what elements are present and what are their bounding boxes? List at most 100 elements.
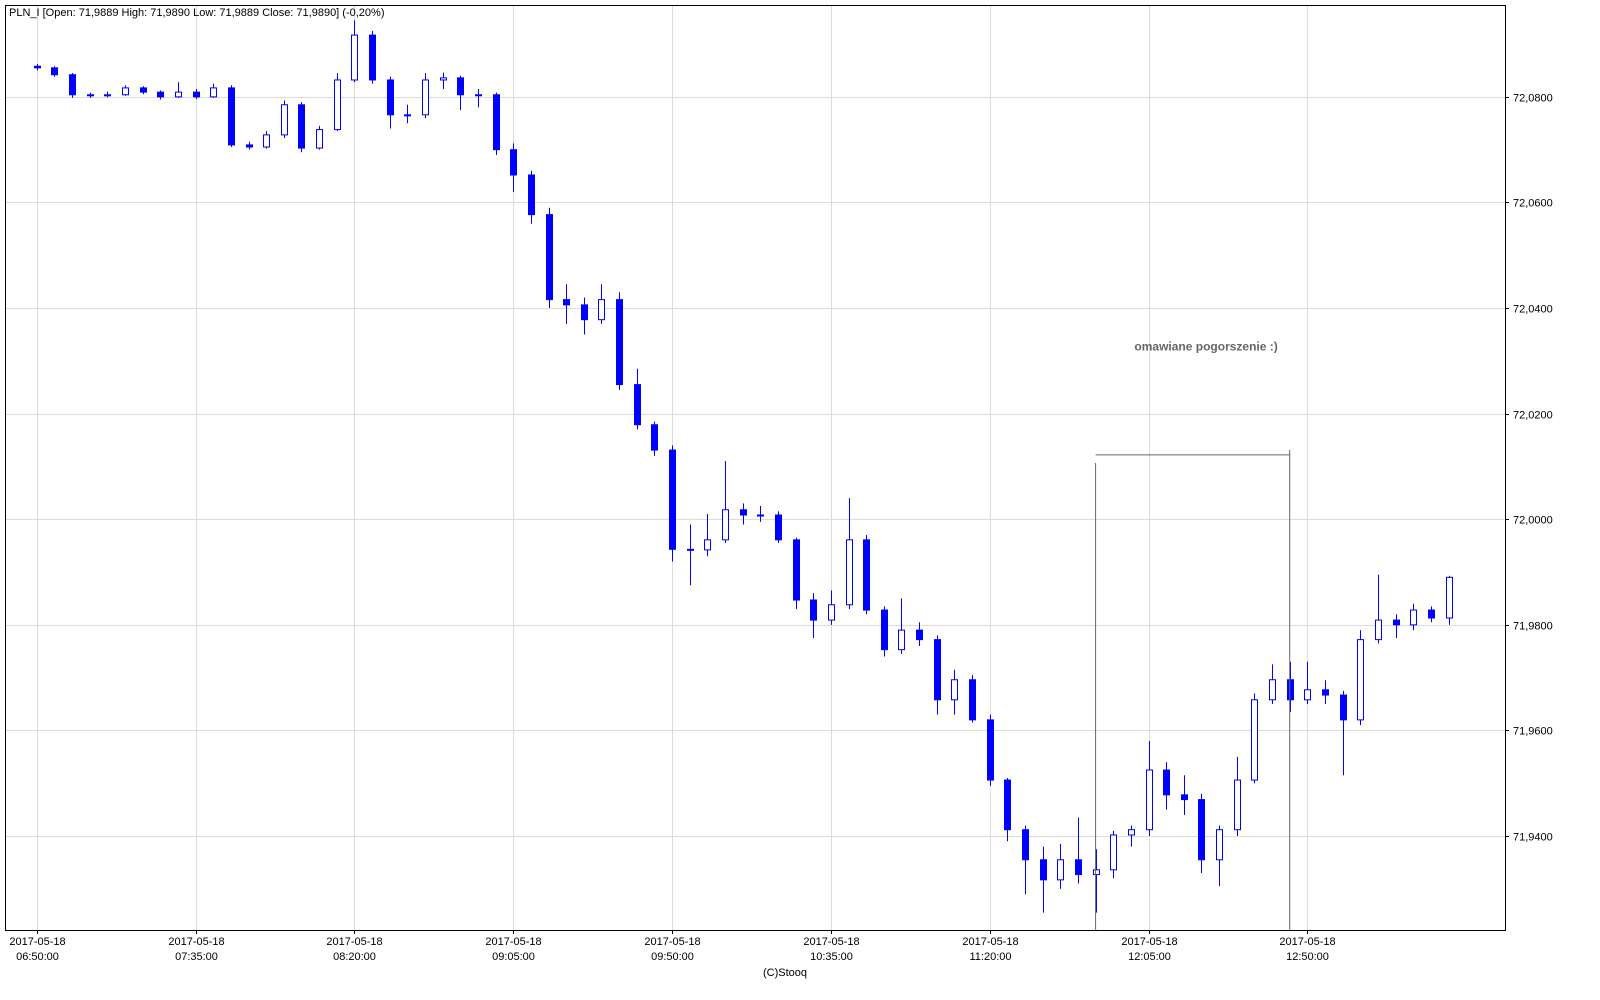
x-tick-time: 09:50:00: [651, 951, 694, 963]
candle-body: [510, 149, 517, 176]
candle-body: [34, 65, 41, 69]
candle-body: [1428, 609, 1435, 619]
candle-body: [598, 299, 605, 321]
candle: [422, 73, 429, 118]
candle: [987, 714, 994, 786]
candle-body: [740, 509, 747, 516]
y-tick-label: 72,0200: [1513, 410, 1553, 422]
y-tick-label: 72,0400: [1513, 304, 1553, 316]
x-tick-date: 2017-05-18: [326, 936, 382, 948]
candle: [1163, 762, 1170, 810]
candle: [828, 590, 835, 625]
x-tick-time: 11:20:00: [969, 951, 1011, 963]
candle: [863, 535, 870, 615]
y-tick-label: 71,9600: [1513, 726, 1553, 738]
x-tick-time: 12:50:00: [1286, 951, 1329, 963]
candle-body: [1093, 869, 1100, 876]
candle-body: [863, 539, 870, 611]
candle-body: [210, 87, 217, 98]
candle-body: [493, 94, 500, 151]
x-tick-time: 10:35:00: [810, 951, 853, 963]
candle-body: [546, 214, 553, 301]
candle: [387, 76, 394, 129]
candle-body: [281, 104, 288, 136]
candle-body: [1198, 799, 1205, 861]
candle: [175, 82, 182, 98]
candle-body: [898, 629, 905, 651]
candle-body: [475, 94, 482, 97]
candle: [281, 100, 288, 139]
candlestick-chart: PLN_I [Open: 71,9889 High: 71,9890 Low: …: [5, 5, 1553, 979]
x-tick-time: 09:05:00: [492, 951, 535, 963]
candle: [334, 73, 341, 132]
candle: [1357, 630, 1364, 726]
candle: [1304, 661, 1311, 705]
candle: [51, 66, 58, 77]
candle: [775, 511, 782, 543]
candle-body: [634, 384, 641, 426]
x-tick-date: 2017-05-18: [1279, 936, 1335, 948]
candle-body: [916, 629, 923, 641]
candle-body: [351, 34, 358, 81]
candle: [740, 503, 747, 525]
x-tick-date: 2017-05-18: [962, 936, 1018, 948]
candle-body: [1393, 619, 1400, 626]
candle-body: [1181, 794, 1188, 801]
candle: [1216, 825, 1223, 887]
footer-credit: (C)Stooq: [763, 967, 807, 979]
candle-body: [987, 719, 994, 781]
y-tick-label: 71,9400: [1513, 832, 1553, 844]
candle-body: [934, 639, 941, 701]
candle: [1146, 740, 1153, 837]
candle: [951, 669, 958, 715]
candle-body: [951, 679, 958, 701]
candle: [1393, 614, 1400, 639]
candle-body: [51, 67, 58, 76]
candle-body: [316, 129, 323, 149]
x-tick-date: 2017-05-18: [9, 936, 65, 948]
x-tick-date: 2017-05-18: [485, 936, 541, 948]
candle-body: [1340, 694, 1347, 721]
candle-body: [104, 94, 111, 97]
candle: [687, 524, 694, 586]
candle-body: [1004, 779, 1011, 831]
candle-body: [1322, 689, 1329, 696]
candle-body: [263, 134, 270, 148]
candle-body: [228, 87, 235, 146]
candle: [1322, 680, 1329, 705]
candle: [1075, 817, 1082, 884]
candle: [704, 513, 711, 557]
candle: [563, 284, 570, 324]
candle-body: [387, 79, 394, 116]
candle: [210, 83, 217, 98]
candle-body: [175, 91, 182, 98]
candle-body: [1287, 679, 1294, 701]
candle: [404, 104, 411, 124]
candle: [316, 125, 323, 150]
candle-body: [1304, 689, 1311, 701]
x-axis: 2017-05-18 06:50:00 2017-05-18 07:35:00 2017…: [9, 930, 1336, 963]
candle: [298, 102, 305, 153]
candle: [528, 170, 535, 224]
x-tick-date: 2017-05-18: [644, 936, 700, 948]
candle: [810, 593, 817, 639]
candle: [1022, 825, 1029, 895]
y-tick-label: 72,0800: [1513, 93, 1553, 105]
candle: [140, 86, 147, 95]
candle-body: [704, 539, 711, 551]
candle-body: [457, 77, 464, 96]
annotation: omawiane pogorszenie :): [1095, 339, 1291, 930]
candle: [598, 284, 605, 324]
candle: [1428, 606, 1435, 623]
candle: [581, 297, 588, 335]
candle-body: [87, 94, 94, 97]
candle: [1057, 843, 1064, 889]
candle: [1110, 830, 1117, 879]
candle-body: [1128, 829, 1135, 836]
candle-body: [1146, 769, 1153, 831]
candle-body: [687, 548, 694, 551]
candle: [634, 368, 641, 430]
candle: [1340, 690, 1347, 776]
candle: [1375, 574, 1382, 644]
candle-body: [1075, 859, 1082, 876]
